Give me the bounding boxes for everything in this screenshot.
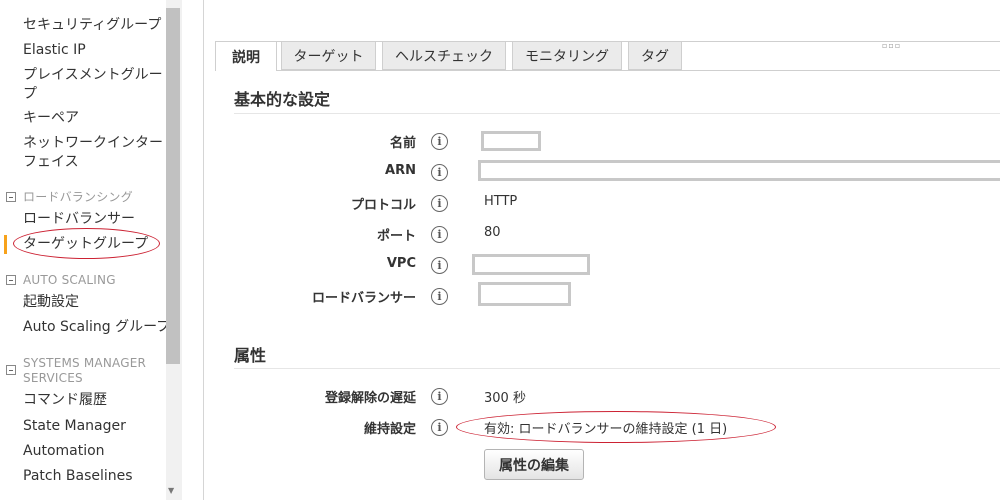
tab-targets[interactable]: ターゲット bbox=[281, 42, 376, 70]
section-title: AUTO SCALING bbox=[23, 273, 116, 287]
port-value: 80 bbox=[484, 225, 501, 240]
info-icon[interactable]: i bbox=[431, 226, 448, 243]
sidebar-item-key-pairs[interactable]: キーペア bbox=[23, 109, 79, 128]
field-label-protocol: プロトコル bbox=[350, 198, 416, 213]
field-label-load-balancer: ロードバランサー bbox=[311, 291, 416, 306]
tab-tags[interactable]: タグ bbox=[628, 42, 682, 70]
collapse-icon[interactable] bbox=[6, 275, 16, 285]
section-systems-manager: SYSTEMS MANAGER SERVICES bbox=[6, 356, 156, 386]
sidebar: セキュリティグループ Elastic IP プレイスメントグループ キーペア ネ… bbox=[0, 0, 166, 500]
sidebar-item-command-history[interactable]: コマンド履歴 bbox=[23, 391, 107, 410]
sidebar-item-auto-scaling-groups[interactable]: Auto Scaling グループ bbox=[23, 318, 166, 337]
section-title-basic: 基本的な設定 bbox=[234, 90, 331, 109]
field-label-deregistration-delay: 登録解除の遅延 bbox=[324, 391, 416, 406]
field-label-stickiness: 維持設定 bbox=[363, 422, 416, 437]
field-label-name: 名前 bbox=[389, 136, 416, 151]
sidebar-item-placement-groups[interactable]: プレイスメントグループ bbox=[23, 66, 165, 104]
info-icon[interactable]: i bbox=[431, 419, 448, 436]
info-icon[interactable]: i bbox=[431, 133, 448, 150]
sidebar-item-launch-configurations[interactable]: 起動設定 bbox=[23, 293, 79, 312]
divider bbox=[234, 113, 1000, 114]
sidebar-item-security-groups[interactable]: セキュリティグループ bbox=[23, 16, 161, 35]
section-title-attributes: 属性 bbox=[234, 346, 267, 365]
pane-divider[interactable] bbox=[203, 0, 204, 500]
sidebar-item-network-interfaces[interactable]: ネットワークインターフェイス bbox=[23, 134, 165, 172]
scroll-down-icon[interactable]: ▼ bbox=[168, 486, 174, 495]
section-title: SYSTEMS MANAGER SERVICES bbox=[23, 356, 147, 385]
field-label-arn: ARN bbox=[385, 163, 416, 178]
sidebar-item-elastic-ip[interactable]: Elastic IP bbox=[23, 41, 86, 60]
section-load-balancing: ロードバランシング bbox=[6, 190, 133, 205]
sidebar-item-state-manager[interactable]: State Manager bbox=[23, 417, 126, 436]
sidebar-item-load-balancers[interactable]: ロードバランサー bbox=[23, 210, 135, 229]
redacted-name-value bbox=[481, 131, 541, 151]
tab-health-check[interactable]: ヘルスチェック bbox=[382, 42, 506, 70]
info-icon[interactable]: i bbox=[431, 288, 448, 305]
edit-attributes-button[interactable]: 属性の編集 bbox=[484, 449, 584, 480]
field-label-vpc: VPC bbox=[386, 256, 416, 271]
divider bbox=[234, 368, 1000, 369]
field-label-port: ポート bbox=[376, 229, 416, 244]
sidebar-item-automation[interactable]: Automation bbox=[23, 442, 105, 461]
collapse-icon[interactable] bbox=[6, 192, 16, 202]
redacted-arn-value bbox=[478, 160, 1000, 181]
scrollbar-thumb[interactable] bbox=[166, 8, 180, 364]
info-icon[interactable]: i bbox=[431, 388, 448, 405]
section-auto-scaling: AUTO SCALING bbox=[6, 273, 116, 288]
stickiness-value: 有効: ロードバランサーの維持設定 (1 日) bbox=[484, 422, 728, 437]
info-icon[interactable]: i bbox=[431, 195, 448, 212]
protocol-value: HTTP bbox=[484, 194, 518, 209]
tab-description[interactable]: 説明 bbox=[215, 42, 277, 71]
deregistration-delay-value: 300 秒 bbox=[484, 391, 526, 406]
collapse-icon[interactable] bbox=[6, 365, 16, 375]
info-icon[interactable]: i bbox=[431, 257, 448, 274]
info-icon[interactable]: i bbox=[431, 164, 448, 181]
tab-monitoring[interactable]: モニタリング bbox=[512, 42, 622, 70]
sidebar-item-patch-baselines[interactable]: Patch Baselines bbox=[23, 467, 133, 486]
redacted-vpc-value bbox=[472, 254, 590, 275]
redacted-load-balancer-value bbox=[478, 282, 571, 306]
active-indicator bbox=[4, 235, 7, 254]
sidebar-item-target-groups[interactable]: ターゲットグループ bbox=[23, 235, 148, 254]
resize-handle-icon[interactable]: ▫▫▫ bbox=[882, 41, 901, 50]
section-title: ロードバランシング bbox=[23, 190, 133, 204]
